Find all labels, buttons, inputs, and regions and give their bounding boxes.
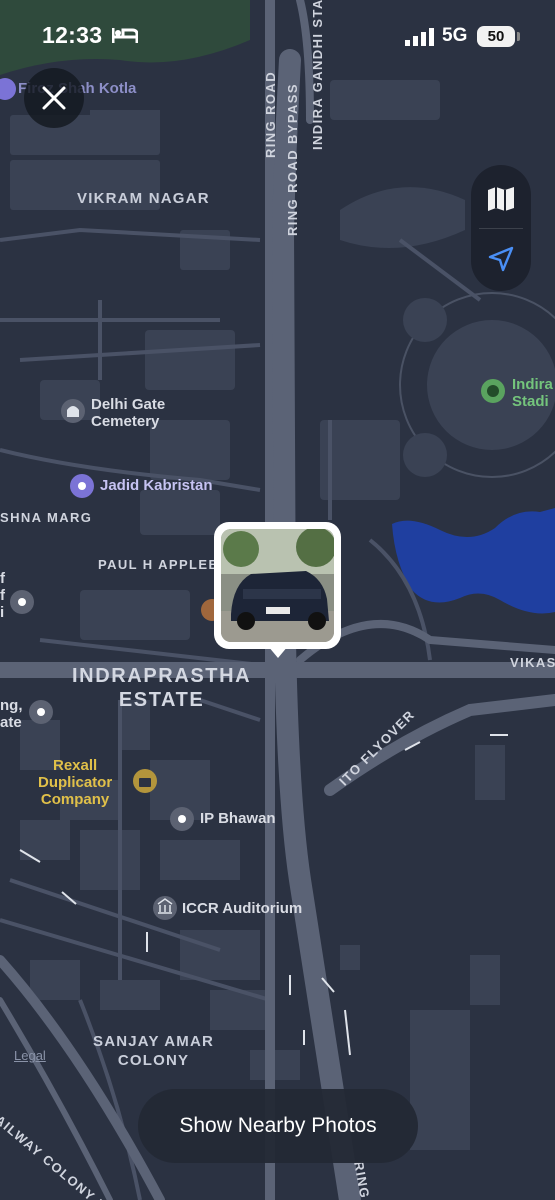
status-time: 12:33 [42, 22, 103, 48]
close-icon [42, 86, 66, 110]
poi-iccr-auditorium[interactable]: ICCR Auditorium [175, 900, 302, 917]
controls-divider [479, 228, 523, 229]
map-icon [488, 187, 514, 211]
battery-level: 50 [477, 26, 515, 47]
map-mode-button[interactable] [471, 171, 531, 227]
show-nearby-photos-label: Show Nearby Photos [179, 1114, 377, 1137]
poi-rexall-duplicator-company[interactable]: Rexall Duplicator Company [38, 757, 112, 808]
poi-label: Delhi Gate Cemetery [91, 396, 166, 430]
map-screen: VIKRAM NAGAR INDRAPRASTHA ESTATE SANJAY … [0, 0, 555, 1200]
poi-label: Rexall Duplicator Company [38, 757, 113, 808]
poi-label: ICCR Auditorium [182, 900, 303, 917]
locate-me-button[interactable] [471, 231, 531, 287]
road-label-ring-road-bypass: RING ROAD BYPASS [285, 83, 300, 236]
poi-left-edge-2[interactable]: ng, ate [0, 697, 23, 731]
area-label-vikram-nagar: VIKRAM NAGAR [77, 190, 210, 207]
location-arrow-icon [488, 246, 514, 272]
legal-link[interactable]: Legal [14, 1048, 46, 1063]
road-label-ring-road: RING ROAD [263, 71, 278, 158]
network-type: 5G [442, 25, 468, 46]
poi-label: IP Bhawan [200, 810, 276, 827]
bed-icon [111, 26, 139, 49]
close-button[interactable] [24, 68, 84, 128]
poi-indira-stadium[interactable]: Indira Stadi [505, 376, 553, 410]
map-controls [471, 165, 531, 291]
show-nearby-photos-button[interactable]: Show Nearby Photos [138, 1089, 418, 1163]
status-bar: 12:33 5G 50 [0, 0, 555, 72]
signal-icon [405, 28, 435, 51]
poi-ip-bhawan[interactable]: IP Bhawan [193, 810, 276, 827]
road-label-shna-marg: SHNA MARG [0, 510, 93, 525]
poi-delhi-gate-cemetery[interactable]: Delhi Gate Cemetery [84, 396, 165, 430]
area-label-sanjay-amar-colony: SANJAY AMAR COLONY [93, 1033, 215, 1069]
poi-label: ng, ate [0, 697, 23, 731]
poi-left-edge-1[interactable]: f f i [0, 570, 5, 621]
photo-thumbnail [221, 529, 334, 642]
battery-tip [517, 32, 520, 41]
poi-label: Jadid Kabristan [100, 477, 213, 494]
area-label-indraprastha-estate: INDRAPRASTHA ESTATE [72, 665, 252, 711]
poi-jadid-kabristan[interactable]: Jadid Kabristan [93, 477, 213, 494]
pin-tail [268, 646, 288, 658]
poi-label: Indira Stadi [512, 376, 553, 410]
road-label-vikas: VIKAS [510, 655, 555, 670]
poi-label: f f i [0, 570, 5, 621]
photo-pin[interactable] [214, 522, 341, 658]
